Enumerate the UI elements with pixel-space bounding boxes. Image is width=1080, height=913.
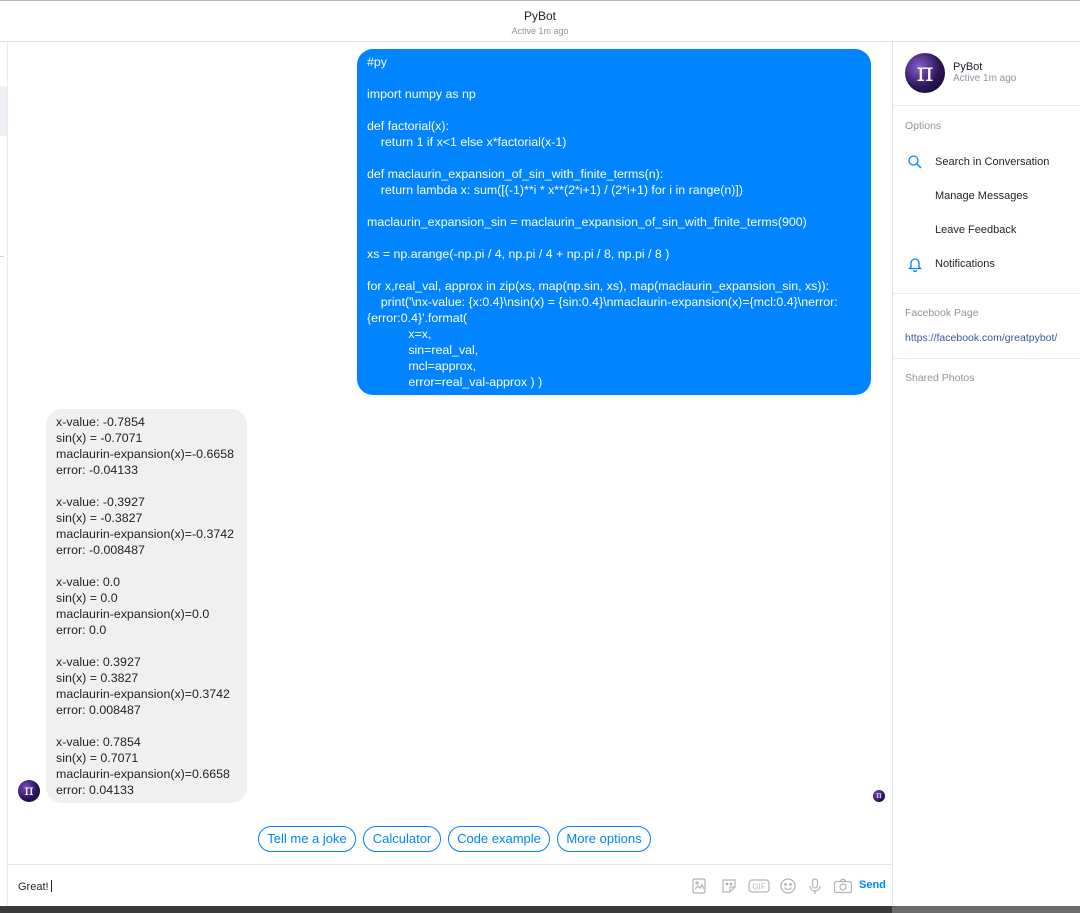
outgoing-message[interactable]: #py import numpy as np def factorial(x):… <box>357 49 871 395</box>
option-search-in-conversation[interactable]: Search in Conversation <box>893 151 1080 173</box>
profile-status: Active 1m ago <box>953 73 1017 84</box>
conversation-info-panel: π PyBot Active 1m ago Options Search in … <box>892 42 1080 906</box>
quick-reply-more-options[interactable]: More options <box>557 826 651 852</box>
search-icon <box>907 154 923 170</box>
gif-icon[interactable]: GIF <box>748 877 770 895</box>
messenger-window: PyBot Active 1m ago #py import numpy as … <box>0 0 1080 913</box>
window-bottom-edge <box>0 906 1080 913</box>
left-edge-tick <box>0 256 4 257</box>
camera-icon[interactable] <box>833 877 853 895</box>
quick-reply-tell-me-a-joke[interactable]: Tell me a joke <box>258 826 356 852</box>
microphone-icon[interactable] <box>806 877 824 895</box>
send-button[interactable]: Send <box>859 879 886 891</box>
left-edge <box>0 42 8 906</box>
message-input-value: Great! <box>18 881 49 893</box>
seen-indicator-avatar: π <box>873 790 885 802</box>
sidebar-divider <box>893 358 1080 359</box>
svg-text:GIF: GIF <box>752 883 765 892</box>
option-label: Leave Feedback <box>935 224 1017 236</box>
message-composer: Great! GIF Send <box>8 864 892 906</box>
options-heading: Options <box>905 120 942 132</box>
left-edge-shade <box>0 86 7 136</box>
text-caret <box>50 880 52 892</box>
header-title: PyBot <box>523 9 556 23</box>
quick-reply-calculator[interactable]: Calculator <box>363 826 441 852</box>
photo-icon[interactable] <box>690 877 708 895</box>
option-label: Notifications <box>935 258 995 270</box>
profile-avatar[interactable]: π <box>905 53 945 93</box>
window-bottom-edge-segment <box>892 906 1080 913</box>
sticker-icon[interactable] <box>720 877 738 895</box>
bell-icon <box>907 256 923 273</box>
header-status: Active 1m ago <box>511 26 569 36</box>
quick-reply-code-example[interactable]: Code example <box>448 826 550 852</box>
conversation-header: PyBot Active 1m ago <box>0 0 1080 42</box>
option-label: Manage Messages <box>935 190 1028 202</box>
incoming-message[interactable]: x-value: -0.7854 sin(x) = -0.7071 maclau… <box>46 409 247 803</box>
shared-photos-heading: Shared Photos <box>905 372 975 384</box>
option-label: Search in Conversation <box>935 156 1050 168</box>
facebook-page-heading: Facebook Page <box>905 307 979 319</box>
emoji-icon[interactable] <box>779 877 797 895</box>
option-manage-messages[interactable]: Manage Messages <box>893 185 1080 207</box>
profile-name[interactable]: PyBot <box>953 61 982 73</box>
profile-header: π PyBot Active 1m ago <box>893 42 1080 106</box>
sidebar-divider <box>893 293 1080 294</box>
message-input[interactable]: Great! <box>18 880 52 893</box>
option-leave-feedback[interactable]: Leave Feedback <box>893 219 1080 241</box>
option-notifications[interactable]: Notifications <box>893 253 1080 275</box>
bot-avatar[interactable]: π <box>18 780 40 802</box>
facebook-page-link[interactable]: https://facebook.com/greatpybot/ <box>905 332 1057 344</box>
message-thread[interactable]: #py import numpy as np def factorial(x):… <box>8 42 892 864</box>
